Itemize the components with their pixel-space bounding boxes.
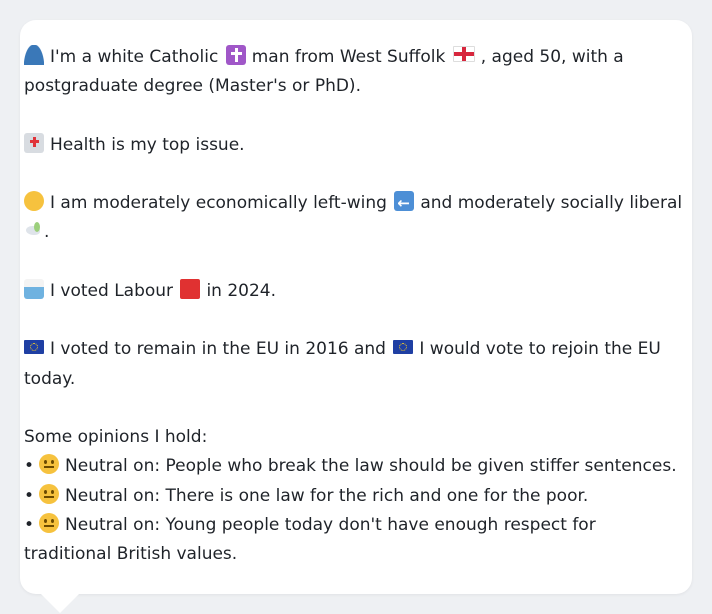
eu-flag-icon [393, 340, 414, 354]
opinion-text: Neutral on: Young people today don't hav… [65, 515, 596, 535]
intro-line-2: postgraduate degree (Master's or PhD). [24, 72, 692, 101]
thinking-face-icon [24, 191, 44, 211]
opinion-item: • Neutral on: Young people today don't ha… [24, 511, 692, 540]
bullet: • [24, 515, 35, 535]
opinion-item: • Neutral on: People who break the law sh… [24, 452, 692, 481]
eu-line-2: today. [24, 365, 692, 394]
england-flag-icon [452, 46, 475, 62]
red-square-icon [180, 279, 201, 299]
politics-line-1: I am moderately economically left-wing a… [24, 189, 692, 218]
opinion-text: Neutral on: People who break the law sho… [65, 456, 677, 476]
opinion-text-continuation: traditional British values. [24, 544, 238, 564]
opinions-heading-text: Some opinions I hold: [24, 427, 208, 447]
intro-text-b: man from West Suffolk [251, 47, 446, 67]
neutral-face-icon [39, 484, 60, 504]
issue-text: Health is my top issue. [50, 135, 245, 155]
ballot-box-icon [24, 279, 44, 299]
left-arrow-icon [394, 189, 415, 218]
eu-text-b: I would vote to rejoin the EU [419, 339, 661, 359]
opinion-item-continuation: traditional British values. [24, 540, 692, 569]
card-pointer-tail [40, 593, 80, 613]
neutral-face-icon [39, 513, 60, 533]
issue-line: Health is my top issue. [24, 131, 692, 160]
intro-text-c: , aged 50, with a [480, 47, 624, 67]
eu-text-a: I voted to remain in the EU in 2016 and [50, 339, 386, 359]
neutral-face-icon [39, 454, 60, 474]
vote-text-b: in 2024. [206, 281, 277, 301]
intro-text-d: postgraduate degree (Master's or PhD). [24, 76, 361, 96]
dove-icon [24, 220, 44, 240]
opinions-heading: Some opinions I hold: [24, 423, 692, 452]
politics-line-2: . [24, 218, 692, 247]
intro-text-a: I'm a white Catholic [50, 47, 219, 67]
vote-text-a: I voted Labour [50, 281, 174, 301]
eu-line-1: I voted to remain in the EU in 2016 and … [24, 335, 692, 364]
vote-line: I voted Labour in 2024. [24, 277, 692, 306]
latin-cross-icon [225, 45, 246, 65]
opinion-item: • Neutral on: There is one law for the ri… [24, 482, 692, 511]
politics-text-c: . [44, 222, 50, 242]
bullet: • [24, 456, 35, 476]
politics-text-a: I am moderately economically left-wing [50, 193, 387, 213]
bullet: • [24, 486, 35, 506]
eu-text-c: today. [24, 369, 76, 389]
bust-in-silhouette-icon [24, 45, 44, 65]
politics-text-b: and moderately socially liberal [420, 193, 683, 213]
intro-line-1: I'm a white Catholic man from West Suffo… [24, 43, 692, 72]
eu-flag-icon [24, 340, 44, 354]
hospital-icon [24, 133, 44, 153]
opinion-text: Neutral on: There is one law for the ric… [65, 486, 589, 506]
